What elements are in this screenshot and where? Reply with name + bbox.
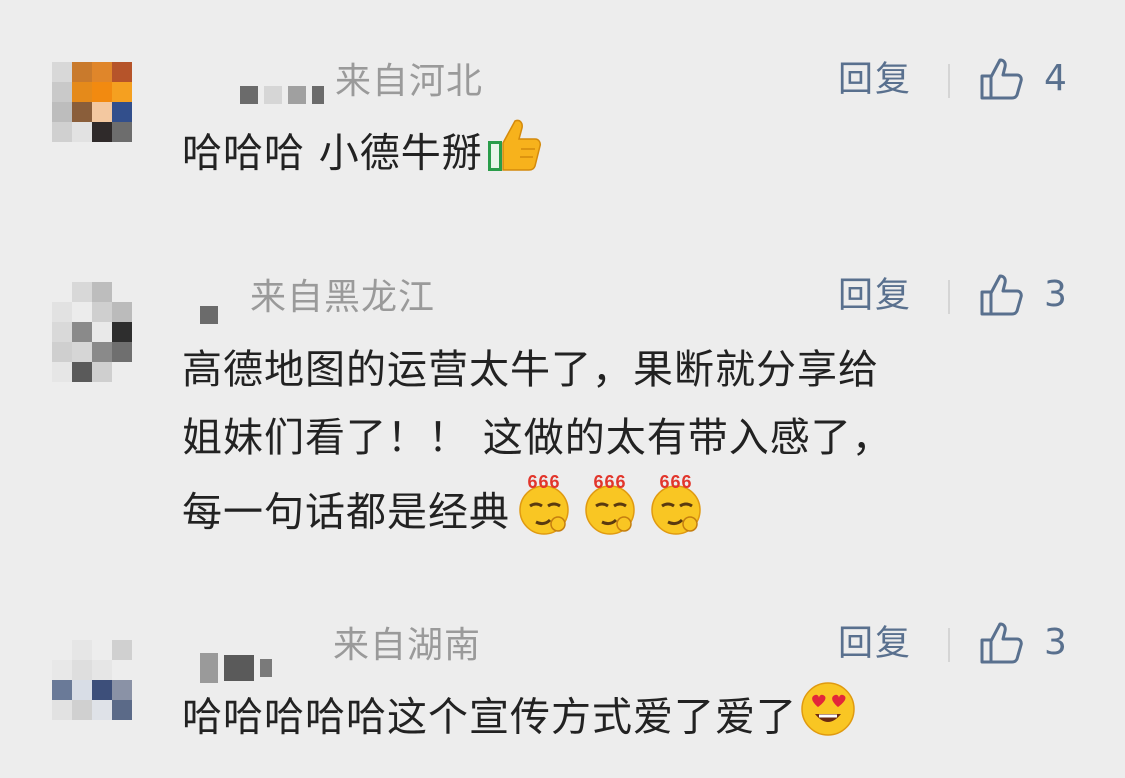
like-count: 3 bbox=[1044, 274, 1067, 315]
avatar[interactable] bbox=[52, 640, 152, 740]
comment-text-content: 哈哈哈哈哈这个宣传方式爱了爱了 bbox=[182, 694, 797, 741]
comment-text-line: 姐妹们看了！！ 这做的太有带入感了， bbox=[182, 415, 893, 461]
comment-text: 哈哈哈 小德牛掰 bbox=[182, 115, 1062, 196]
comment-text-content: 哈哈哈 小德牛掰 bbox=[182, 130, 483, 177]
like-button[interactable]: 4 bbox=[978, 56, 1067, 102]
reply-button[interactable]: 回复 bbox=[838, 622, 912, 666]
emoji-badge: 666 bbox=[527, 472, 560, 492]
divider bbox=[948, 280, 950, 314]
comment-text: 高德地图的运营太牛了，果断就分享给 姐妹们看了！！ 这做的太有带入感了， 每一句… bbox=[182, 336, 1062, 557]
like-count: 3 bbox=[1044, 622, 1067, 663]
comment-text: 哈哈哈哈哈这个宣传方式爱了爱了 bbox=[182, 680, 1062, 759]
region-label: 来自黑龙江 bbox=[250, 277, 436, 318]
divider bbox=[948, 64, 950, 98]
thumbs-up-outline-icon bbox=[980, 58, 1023, 100]
like-button[interactable]: 3 bbox=[978, 620, 1067, 666]
region-label: 来自河北 bbox=[335, 61, 484, 102]
666-smug-icon: 666 bbox=[512, 472, 576, 557]
emoji-badge: 666 bbox=[593, 472, 626, 492]
avatar[interactable] bbox=[52, 62, 152, 162]
666-smug-icon: 666 bbox=[578, 472, 642, 557]
thumbs-up-outline-icon bbox=[980, 274, 1023, 316]
thumbs-up-outline-icon bbox=[980, 622, 1023, 664]
heart-eyes-icon bbox=[799, 680, 857, 759]
reply-button[interactable]: 回复 bbox=[838, 58, 912, 102]
like-count: 4 bbox=[1044, 58, 1067, 99]
666-smug-icon: 666 bbox=[644, 472, 708, 557]
comment-text-line: 高德地图的运营太牛了，果断就分享给 bbox=[182, 347, 879, 393]
region-label: 来自湖南 bbox=[333, 625, 482, 666]
comment-text-line: 每一句话都是经典 bbox=[182, 489, 510, 536]
username-blurred[interactable] bbox=[200, 300, 218, 330]
emoji-badge: 666 bbox=[659, 472, 692, 492]
comment-text-line-last: 每一句话都是经典 666 666 666 bbox=[182, 472, 1062, 557]
thumbs-up-icon bbox=[485, 115, 545, 196]
avatar[interactable] bbox=[52, 282, 152, 382]
reply-button[interactable]: 回复 bbox=[838, 274, 912, 318]
like-button[interactable]: 3 bbox=[978, 272, 1067, 318]
username-blurred[interactable] bbox=[240, 80, 324, 110]
divider bbox=[948, 628, 950, 662]
